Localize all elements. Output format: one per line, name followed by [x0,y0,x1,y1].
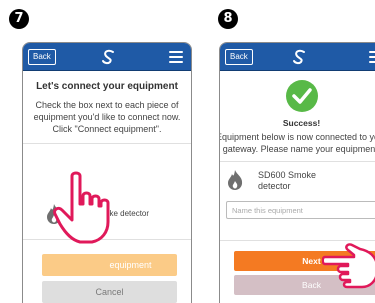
flame-icon [228,170,243,190]
logo-icon [293,49,305,65]
success-title: Success! [282,118,321,128]
logo-icon [102,49,114,65]
equipment-name: SD600 Smoke detector [258,170,317,191]
app-bar: Back [23,43,191,71]
app-bar: Back [220,43,375,71]
pointing-hand-icon [322,243,375,289]
menu-icon[interactable] [169,51,183,63]
back-button[interactable]: Back [225,49,253,65]
success-description: Equipment below is now connected to your… [219,132,375,154]
instructions-text: Check the box next to each piece of equi… [33,100,181,134]
divider [220,161,375,162]
cancel-button[interactable]: Cancel [42,281,177,303]
pointing-hand-icon [53,171,110,244]
step-7-badge: 7 [9,9,29,29]
checkmark-icon [292,88,312,104]
divider [220,240,375,241]
menu-icon[interactable] [369,51,375,63]
divider [23,143,191,144]
success-checkmark [286,80,318,112]
page-title: Let's connect your equipment [36,81,178,92]
connect-button-label: equipment [109,260,152,270]
back-button[interactable]: Back [28,49,56,65]
connect-equipment-button[interactable]: equipment [42,254,177,276]
equipment-name-input[interactable] [226,201,375,219]
step-8-badge: 8 [218,9,238,29]
